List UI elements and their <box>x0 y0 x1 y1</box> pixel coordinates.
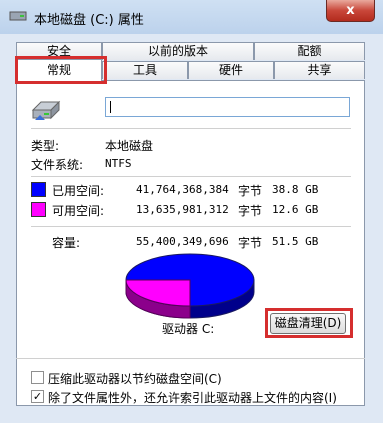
tab-quota[interactable]: 配额 <box>254 42 365 60</box>
window-title: 本地磁盘 (C:) 属性 <box>34 13 144 28</box>
filesystem-value: NTFS <box>105 157 132 170</box>
used-space-unit: 字节 <box>238 184 263 198</box>
filesystem-label: 文件系统: <box>31 158 84 172</box>
separator <box>31 128 351 129</box>
disk-usage-pie <box>125 253 255 319</box>
tab-previous-versions[interactable]: 以前的版本 <box>102 42 254 60</box>
type-label: 类型: <box>31 139 60 153</box>
separator <box>31 176 351 177</box>
compress-checkbox-label[interactable]: 压缩此驱动器以节约磁盘空间(C) <box>48 370 222 387</box>
title-bar[interactable]: 本地磁盘 (C:) 属性 x <box>0 0 383 34</box>
tab-tools[interactable]: 工具 <box>102 61 188 79</box>
used-space-swatch <box>31 182 46 197</box>
drive-letter-label: 驱动器 C: <box>162 322 215 336</box>
checkmark-icon: ✓ <box>32 390 43 403</box>
cleanup-button-highlight <box>265 308 353 338</box>
close-icon: x <box>346 3 355 18</box>
capacity-gb: 51.5 GB <box>272 235 319 248</box>
compress-checkbox[interactable] <box>31 371 44 384</box>
capacity-bytes: 55,400,349,696 <box>136 235 229 248</box>
type-value: 本地磁盘 <box>105 139 154 153</box>
properties-window: 本地磁盘 (C:) 属性 x 安全 以前的版本 配额 工具 硬件 共享 常规 类… <box>0 0 383 423</box>
tab-label: 共享 <box>307 63 332 77</box>
separator <box>31 226 351 227</box>
text-caret <box>110 101 111 113</box>
free-space-unit: 字节 <box>238 204 263 218</box>
tab-hardware[interactable]: 硬件 <box>188 61 274 79</box>
capacity-unit: 字节 <box>238 236 263 250</box>
separator <box>16 358 365 359</box>
drive-icon <box>9 11 27 21</box>
used-space-bytes: 41,764,368,384 <box>136 183 229 196</box>
tab-label: 配额 <box>297 44 322 58</box>
close-button[interactable]: x <box>326 0 375 22</box>
free-space-swatch <box>31 202 46 217</box>
tab-sharing[interactable]: 共享 <box>274 61 365 79</box>
capacity-label: 容量: <box>52 236 81 250</box>
drive-name-input[interactable] <box>105 97 350 117</box>
index-checkbox-label[interactable]: 除了文件属性外，还允许索引此驱动器上文件的内容(I) <box>48 389 337 406</box>
tab-label: 工具 <box>132 63 157 77</box>
used-space-label: 已用空间: <box>52 184 105 198</box>
hard-drive-icon <box>31 100 61 120</box>
tab-label: 硬件 <box>218 63 243 77</box>
general-tab-highlight <box>15 56 107 84</box>
used-space-gb: 38.8 GB <box>272 183 319 196</box>
free-space-label: 可用空间: <box>52 204 105 218</box>
tab-label: 以前的版本 <box>147 44 208 58</box>
free-space-gb: 12.6 GB <box>272 203 319 216</box>
free-space-bytes: 13,635,981,312 <box>136 203 229 216</box>
index-checkbox[interactable]: ✓ <box>31 390 44 403</box>
